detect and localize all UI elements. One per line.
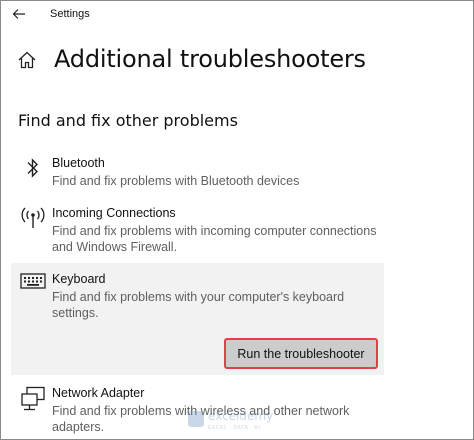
troubleshooter-description: Find and fix problems with wireless and …: [52, 404, 350, 434]
troubleshooter-bluetooth[interactable]: Bluetooth Find and fix problems with Blu…: [11, 156, 384, 192]
run-troubleshooter-button[interactable]: Run the troubleshooter: [224, 338, 378, 369]
troubleshooter-name: Network Adapter: [52, 386, 145, 400]
back-button[interactable]: [7, 3, 31, 25]
settings-window: Settings Additional troubleshooters Find…: [0, 0, 474, 440]
page-title: Additional troubleshooters: [54, 45, 366, 73]
title-bar: Settings: [1, 1, 473, 29]
troubleshooter-name: Keyboard: [52, 272, 106, 286]
troubleshooter-keyboard[interactable]: Keyboard Find and fix problems with your…: [11, 263, 384, 375]
bluetooth-icon: [19, 156, 47, 184]
home-button[interactable]: [17, 50, 39, 72]
window-title: Settings: [50, 8, 90, 20]
troubleshooter-description: Find and fix problems with Bluetooth dev…: [52, 174, 300, 188]
page-header: Additional troubleshooters: [1, 41, 473, 81]
back-arrow-icon: [12, 9, 25, 19]
troubleshooter-incoming-connections[interactable]: Incoming Connections Find and fix proble…: [11, 206, 384, 256]
troubleshooter-description: Find and fix problems with incoming comp…: [52, 224, 377, 254]
section-title: Find and fix other problems: [18, 111, 238, 130]
troubleshooter-name: Incoming Connections: [52, 206, 176, 220]
keyboard-icon: [19, 273, 47, 301]
home-icon: [18, 51, 36, 69]
troubleshooter-network-adapter[interactable]: Network Adapter Find and fix problems wi…: [11, 386, 384, 436]
run-troubleshooter-label: Run the troubleshooter: [237, 346, 365, 361]
troubleshooter-name: Bluetooth: [52, 156, 105, 170]
network-adapter-icon: [19, 386, 47, 414]
troubleshooter-description: Find and fix problems with your computer…: [52, 290, 345, 320]
antenna-icon: [19, 206, 47, 234]
